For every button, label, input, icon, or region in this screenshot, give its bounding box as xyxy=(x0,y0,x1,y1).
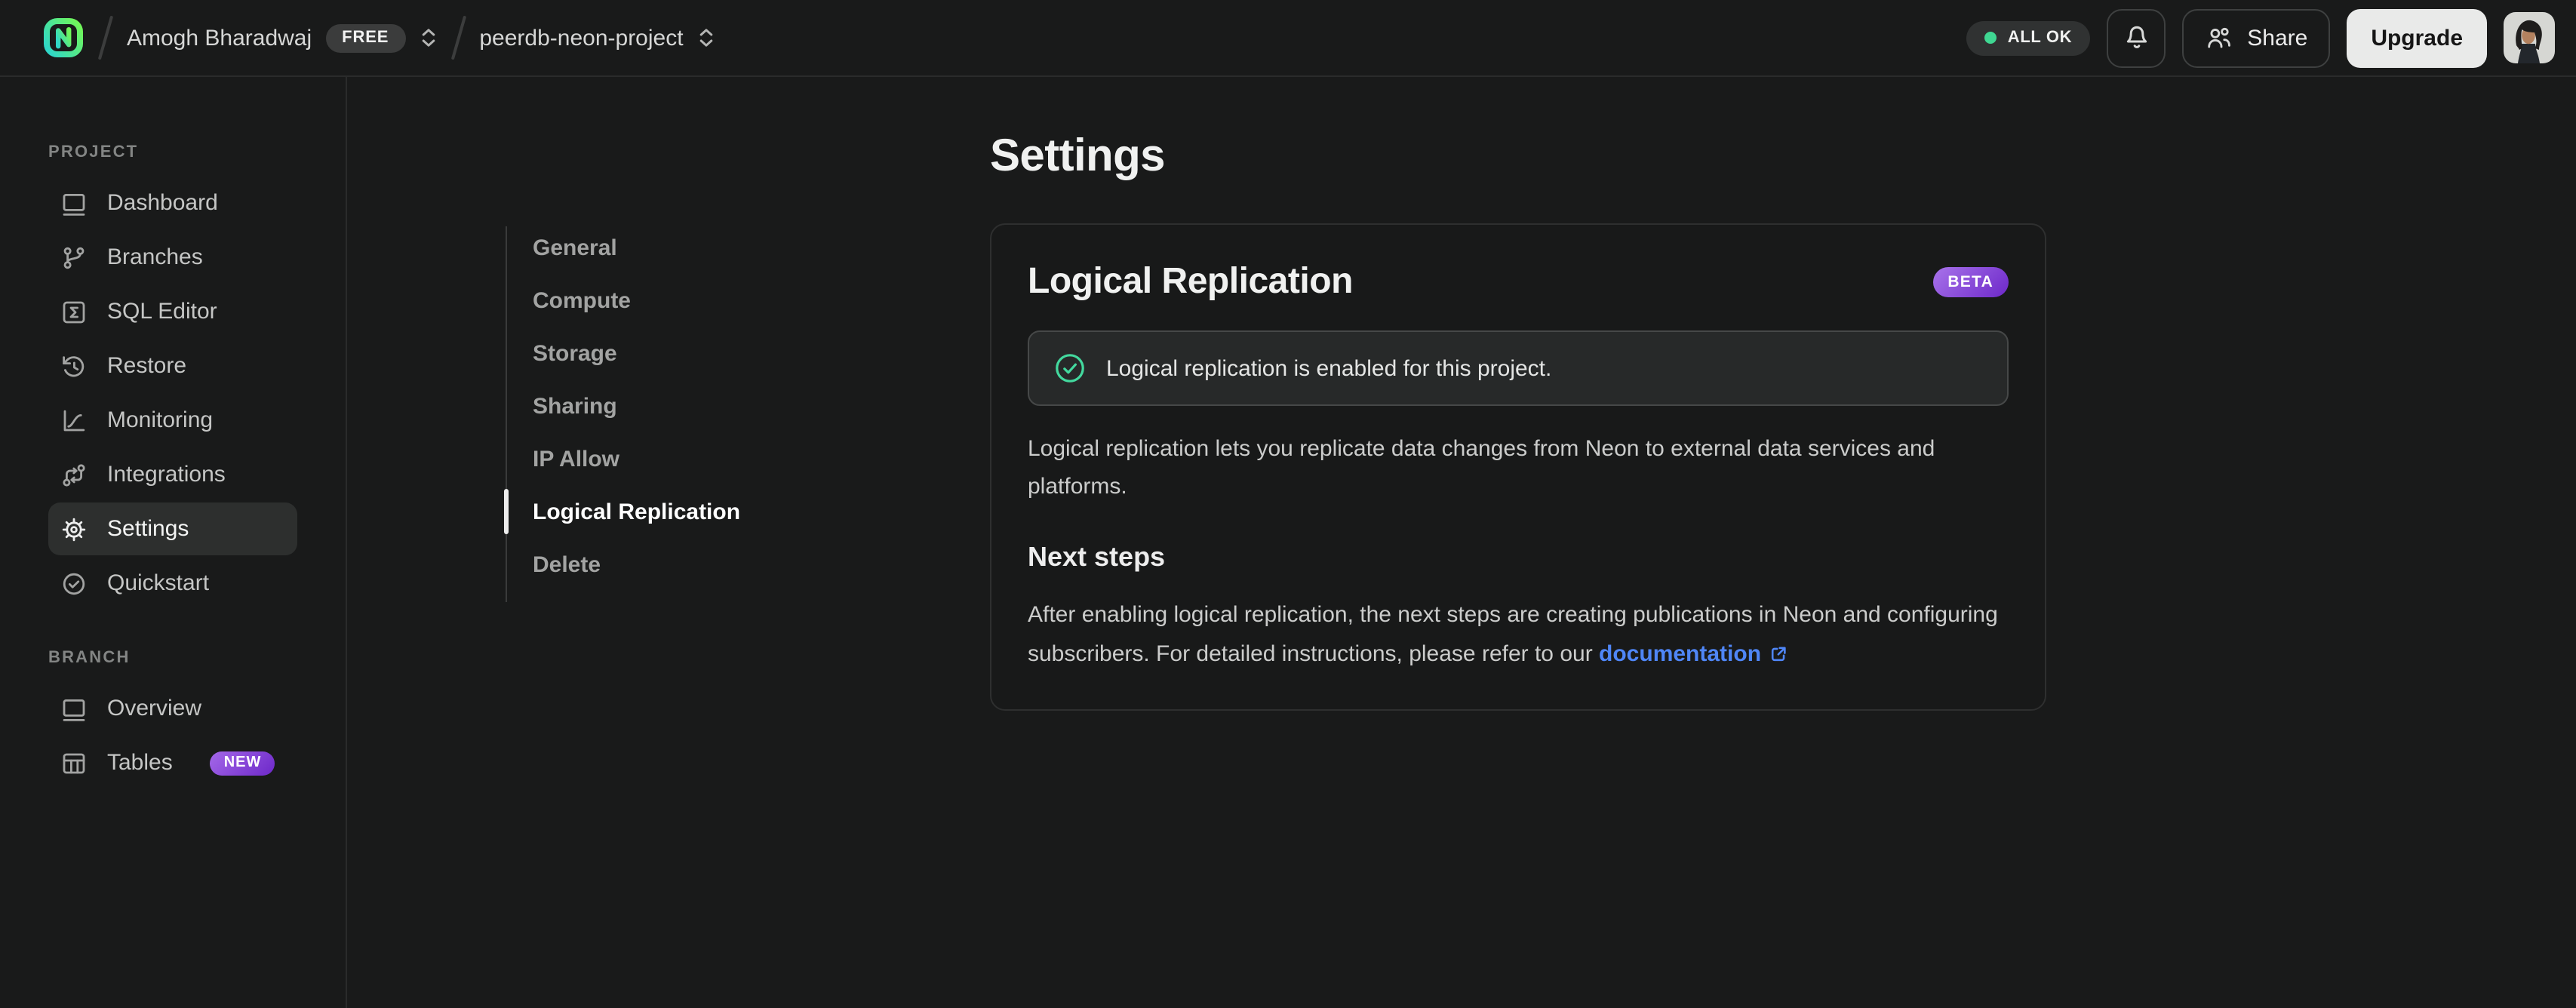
settings-nav: General Compute Storage Sharing IP Allow… xyxy=(504,222,883,602)
notifications-button[interactable] xyxy=(2107,8,2166,67)
workflow-nodes-icon xyxy=(63,463,85,486)
settings-nav-storage[interactable]: Storage xyxy=(506,327,883,380)
logical-replication-card: Logical Replication BETA Logical replica… xyxy=(990,223,2046,711)
breadcrumb-divider xyxy=(97,15,114,60)
body-row: PROJECT Dashboard Branches SQL Editor Re… xyxy=(0,77,2576,1008)
breadcrumb-divider xyxy=(450,15,466,60)
project-name: peerdb-neon-project xyxy=(479,25,684,51)
sidebar-item-branches[interactable]: Branches xyxy=(48,231,297,284)
sidebar-item-overview[interactable]: Overview xyxy=(48,682,297,735)
new-badge: NEW xyxy=(210,751,275,775)
status-dot-icon xyxy=(1984,32,1997,44)
chevron-updown-icon xyxy=(699,29,712,47)
user-avatar[interactable] xyxy=(2504,12,2555,63)
chevron-updown-icon xyxy=(422,29,435,47)
content-area: General Compute Storage Sharing IP Allow… xyxy=(347,77,2576,1008)
chart-curve-icon xyxy=(63,409,85,431)
sidebar-item-dashboard[interactable]: Dashboard xyxy=(48,177,297,229)
page-title: Settings xyxy=(990,131,1166,181)
settings-nav-logical-replication[interactable]: Logical Replication xyxy=(504,486,883,539)
header-actions: ALL OK Share Upgrade xyxy=(1966,8,2555,67)
card-description: Logical replication lets you replicate d… xyxy=(1028,436,1935,500)
status-label: ALL OK xyxy=(2007,29,2073,47)
external-link-icon xyxy=(1771,646,1786,661)
neon-logo-icon[interactable] xyxy=(42,17,85,59)
sidebar-section-branch: BRANCH xyxy=(48,649,131,667)
settings-nav-ip-allow[interactable]: IP Allow xyxy=(506,433,883,486)
documentation-link[interactable]: documentation xyxy=(1599,641,1788,666)
dashboard-window-icon xyxy=(63,699,85,721)
settings-nav-sharing[interactable]: Sharing xyxy=(506,380,883,433)
project-switcher[interactable]: peerdb-neon-project xyxy=(479,25,715,51)
settings-nav-compute[interactable]: Compute xyxy=(506,275,883,327)
org-switcher[interactable]: Amogh Bharadwaj FREE xyxy=(127,23,437,52)
table-grid-icon xyxy=(63,752,85,773)
beta-badge: BETA xyxy=(1932,266,2009,298)
upgrade-button[interactable]: Upgrade xyxy=(2347,8,2487,67)
sidebar-section-project: PROJECT xyxy=(48,143,139,161)
sidebar-item-quickstart[interactable]: Quickstart xyxy=(48,557,297,610)
git-branch-icon xyxy=(63,246,85,269)
share-label: Share xyxy=(2247,25,2308,51)
sidebar-item-tables[interactable]: Tables NEW xyxy=(48,736,297,789)
check-circle-icon xyxy=(63,572,85,595)
settings-nav-general[interactable]: General xyxy=(506,222,883,275)
next-steps-title: Next steps xyxy=(1028,542,1166,573)
card-title: Logical Replication xyxy=(1028,261,1353,302)
org-name: Amogh Bharadwaj xyxy=(127,25,312,51)
top-header: Amogh Bharadwaj FREE peerdb-neon-project… xyxy=(0,0,2576,77)
sidebar-item-integrations[interactable]: Integrations xyxy=(48,448,297,501)
sql-terminal-icon xyxy=(63,300,85,323)
system-status-pill[interactable]: ALL OK xyxy=(1966,20,2091,55)
app-window: Amogh Bharadwaj FREE peerdb-neon-project… xyxy=(0,0,2576,1008)
dashboard-window-icon xyxy=(63,193,85,215)
gear-icon xyxy=(62,517,86,541)
org-plan-badge: FREE xyxy=(325,23,406,52)
sidebar-item-sql-editor[interactable]: SQL Editor xyxy=(48,285,297,338)
users-icon xyxy=(2208,26,2231,48)
sidebar-item-restore[interactable]: Restore xyxy=(48,340,297,392)
settings-nav-delete[interactable]: Delete xyxy=(506,539,883,592)
check-circle-icon xyxy=(1056,354,1084,383)
sidebar: PROJECT Dashboard Branches SQL Editor Re… xyxy=(0,77,347,1008)
sidebar-item-monitoring[interactable]: Monitoring xyxy=(48,394,297,447)
next-steps-text: After enabling logical replication, the … xyxy=(1028,602,1998,667)
banner-text: Logical replication is enabled for this … xyxy=(1106,355,1552,381)
sidebar-item-settings[interactable]: Settings xyxy=(48,502,297,555)
main-column: Settings Logical Replication BETA Logica… xyxy=(990,131,2046,711)
share-button[interactable]: Share xyxy=(2182,8,2331,67)
breadcrumb: Amogh Bharadwaj FREE peerdb-neon-project xyxy=(42,15,715,60)
history-clock-icon xyxy=(63,355,85,376)
bell-icon xyxy=(2126,26,2147,48)
success-banner: Logical replication is enabled for this … xyxy=(1028,330,2009,406)
